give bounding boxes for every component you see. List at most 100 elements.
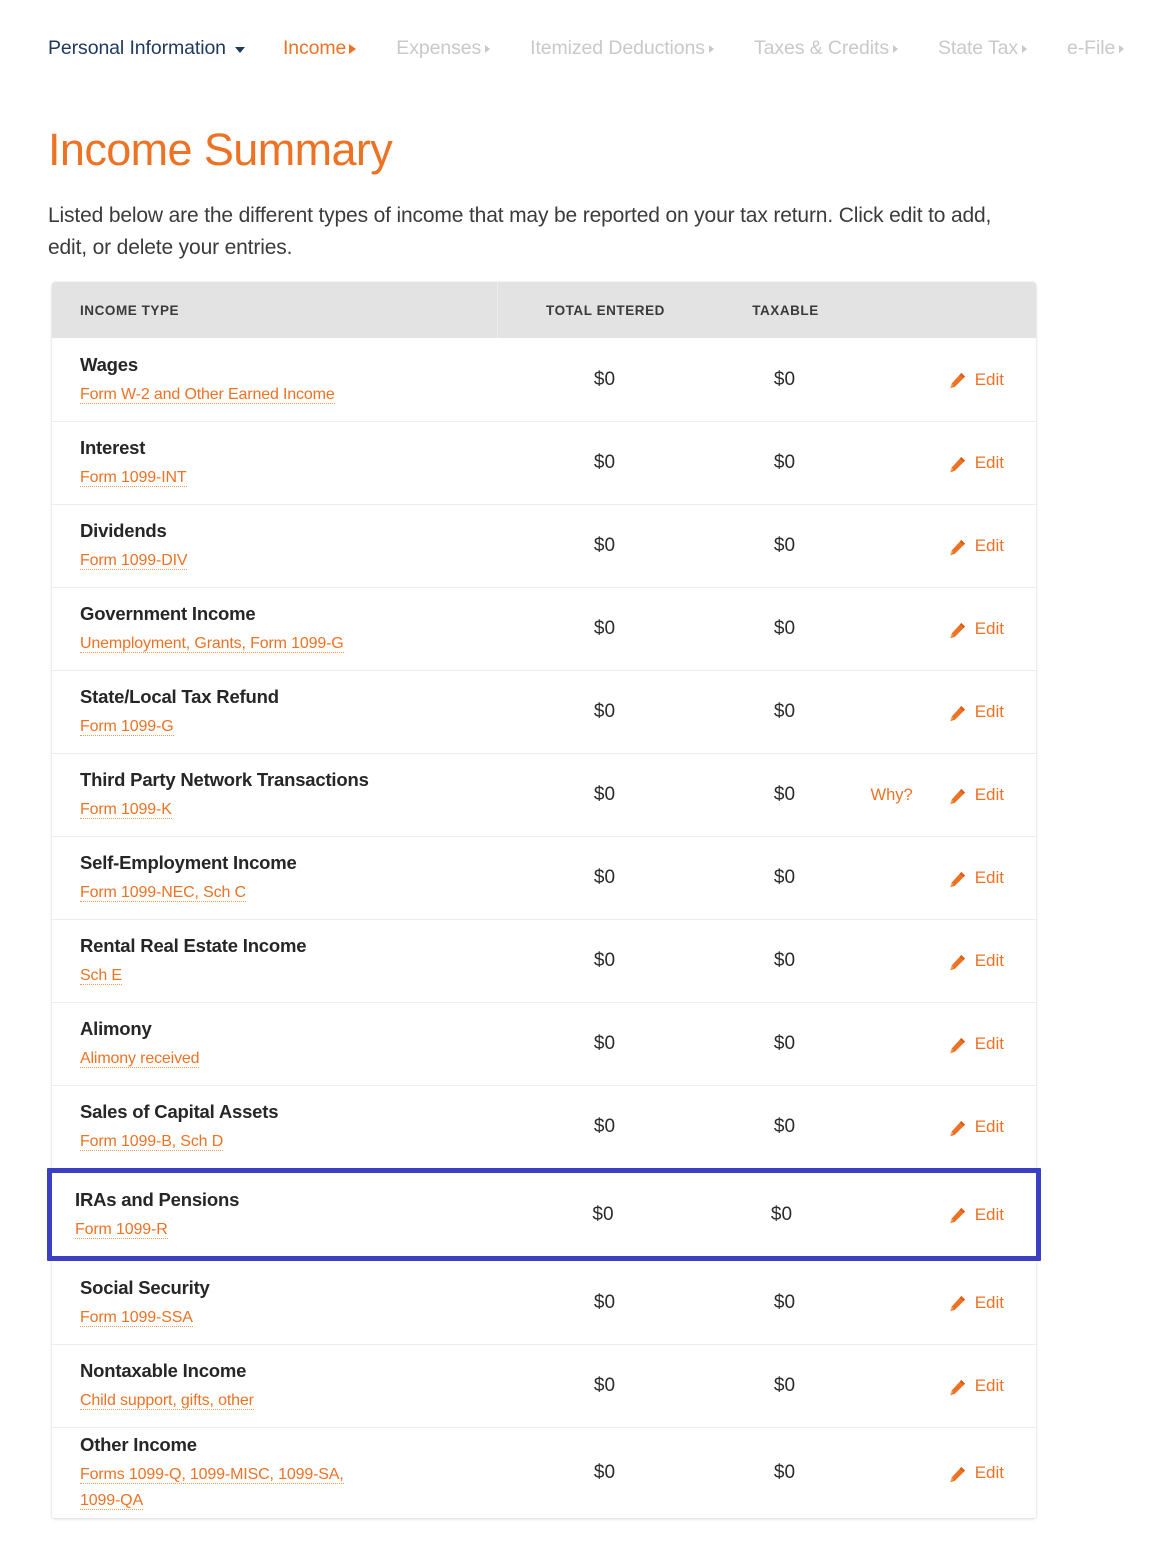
table-row: IRAs and Pensions Form 1099-R $0 $0 Edit bbox=[47, 1168, 1041, 1261]
cell-taxable: $0 bbox=[773, 1462, 796, 1483]
page-description: Listed below are the different types of … bbox=[48, 204, 992, 259]
nav-item-label: State Tax bbox=[937, 36, 1019, 59]
edit-button[interactable]: Edit bbox=[949, 1463, 1004, 1483]
edit-label: Edit bbox=[974, 1463, 1004, 1482]
page-title: Income Summary bbox=[48, 124, 393, 175]
chevron-right-icon bbox=[349, 44, 357, 54]
row-subtitle-link[interactable]: Form 1099-INT bbox=[80, 469, 187, 487]
cell-taxable: $0 bbox=[773, 1375, 796, 1396]
row-title: Wages bbox=[80, 353, 138, 375]
row-subtitle-link[interactable]: Form 1099-SSA bbox=[80, 1308, 193, 1327]
row-title: Alimony bbox=[80, 1018, 152, 1039]
row-subtitle-link[interactable]: Form 1099-B, Sch D bbox=[80, 1133, 223, 1151]
cell-actions: Edit bbox=[857, 453, 1036, 473]
edit-button[interactable]: Edit bbox=[949, 453, 1004, 473]
edit-button[interactable]: Edit bbox=[949, 1034, 1004, 1054]
row-subtitle-link[interactable]: Alimony received bbox=[80, 1050, 200, 1068]
cell-taxable: $0 bbox=[773, 784, 796, 805]
row-subtitle-link[interactable]: Form W-2 and Other Earned Income bbox=[80, 385, 335, 404]
row-title: State/Local Tax Refund bbox=[80, 686, 279, 707]
edit-button[interactable]: Edit bbox=[949, 785, 1004, 805]
row-title: Self-Employment Income bbox=[80, 852, 297, 873]
cell-income-type: Interest Form 1099-INT bbox=[52, 431, 497, 495]
cell-actions: Edit bbox=[857, 536, 1036, 556]
pencil-icon bbox=[949, 1466, 966, 1483]
row-subtitle-link[interactable]: Form 1099-DIV bbox=[80, 552, 188, 570]
cell-total-entered: $0 bbox=[593, 535, 616, 556]
cell-total-entered: $0 bbox=[593, 1116, 616, 1137]
edit-label: Edit bbox=[974, 785, 1004, 804]
why-link[interactable]: Why? bbox=[871, 786, 913, 805]
row-subtitle-wrapper: Sch E bbox=[80, 963, 350, 989]
row-title: IRAs and Pensions bbox=[75, 1188, 240, 1210]
cell-total-entered: $0 bbox=[593, 867, 616, 888]
pencil-icon bbox=[949, 1037, 966, 1054]
chevron-right-icon bbox=[1022, 45, 1028, 53]
chevron-right-icon bbox=[1119, 45, 1125, 53]
row-subtitle-link[interactable]: Form 1099-K bbox=[80, 801, 172, 819]
table-row: State/Local Tax Refund Form 1099-G $0 $0 Edi… bbox=[52, 670, 1036, 753]
row-subtitle-link[interactable]: Form 1099-G bbox=[80, 718, 174, 736]
chevron-right-icon bbox=[892, 45, 898, 53]
cell-income-type: Alimony Alimony received bbox=[52, 1012, 497, 1076]
nav-item-personal-information[interactable]: Personal Information bbox=[48, 37, 245, 60]
edit-button[interactable]: Edit bbox=[949, 1376, 1004, 1396]
nav-item-e-file[interactable]: e-File bbox=[1067, 36, 1125, 60]
cell-taxable: $0 bbox=[773, 867, 796, 888]
nav-item-itemized-deductions[interactable]: Itemized Deductions bbox=[530, 37, 714, 60]
nav-item-label: Expenses bbox=[396, 36, 482, 59]
cell-taxable: $0 bbox=[770, 1203, 793, 1225]
row-subtitle-link[interactable]: Form 1099-NEC, Sch C bbox=[80, 884, 246, 902]
row-subtitle-link[interactable]: Forms 1099-Q, 1099-MISC, 1099-SA, 1099-Q… bbox=[80, 1466, 344, 1510]
edit-button[interactable]: Edit bbox=[949, 951, 1004, 971]
cell-taxable: $0 bbox=[773, 1116, 796, 1137]
cell-total-entered: $0 bbox=[593, 1462, 616, 1483]
cell-income-type: IRAs and Pensions Form 1099-R bbox=[52, 1183, 497, 1247]
nav-item-taxes-and-credits[interactable]: Taxes & Credits bbox=[754, 37, 898, 60]
row-subtitle-wrapper: Form 1099-NEC, Sch C bbox=[80, 880, 350, 906]
nav-item-label: Itemized Deductions bbox=[530, 36, 705, 59]
row-subtitle-wrapper: Form 1099-B, Sch D bbox=[80, 1129, 350, 1155]
nav-item-state-tax[interactable]: State Tax bbox=[937, 36, 1028, 60]
edit-button[interactable]: Edit bbox=[949, 619, 1004, 639]
cell-income-type: Sales of Capital Assets Form 1099-B, Sch … bbox=[52, 1095, 497, 1159]
row-subtitle-wrapper: Child support, gifts, other bbox=[80, 1388, 350, 1414]
pencil-icon bbox=[949, 788, 966, 805]
edit-label: Edit bbox=[974, 951, 1004, 970]
row-subtitle-link[interactable]: Unemployment, Grants, Form 1099-G bbox=[80, 635, 344, 653]
table-row: Self-Employment Income Form 1099-NEC, Sch… bbox=[52, 836, 1036, 919]
nav-item-label: Taxes & Credits bbox=[753, 36, 889, 59]
nav-item-income[interactable]: Income bbox=[283, 37, 357, 60]
cell-income-type: Nontaxable Income Child support, gifts, o… bbox=[52, 1354, 497, 1418]
edit-button[interactable]: Edit bbox=[949, 1293, 1004, 1313]
cell-actions: Edit bbox=[857, 868, 1036, 888]
nav-item-expenses[interactable]: Expenses bbox=[396, 36, 491, 60]
table-body: Wages Form W-2 and Other Earned Income $0 $… bbox=[47, 338, 1041, 1518]
edit-button[interactable]: Edit bbox=[949, 702, 1004, 722]
cell-actions: Edit bbox=[857, 619, 1036, 639]
edit-label: Edit bbox=[974, 536, 1004, 555]
row-subtitle-link[interactable]: Child support, gifts, other bbox=[80, 1392, 254, 1410]
cell-total-entered: $0 bbox=[593, 950, 616, 971]
cell-taxable: $0 bbox=[773, 1033, 796, 1054]
edit-button[interactable]: Edit bbox=[949, 370, 1004, 390]
cell-actions: Edit bbox=[857, 702, 1036, 722]
edit-label: Edit bbox=[974, 868, 1004, 887]
cell-taxable: $0 bbox=[773, 535, 796, 556]
pencil-icon bbox=[949, 456, 966, 473]
edit-button[interactable]: Edit bbox=[949, 1117, 1004, 1137]
row-subtitle-link[interactable]: Form 1099-R bbox=[75, 1220, 168, 1239]
edit-label: Edit bbox=[974, 1204, 1004, 1224]
edit-button[interactable]: Edit bbox=[949, 536, 1004, 556]
edit-label: Edit bbox=[974, 369, 1004, 389]
nav-item-label: e-File bbox=[1067, 36, 1116, 59]
edit-label: Edit bbox=[974, 453, 1004, 472]
table-row: Sales of Capital Assets Form 1099-B, Sch … bbox=[52, 1085, 1036, 1168]
edit-button[interactable]: Edit bbox=[949, 868, 1004, 888]
edit-button[interactable]: Edit bbox=[949, 1205, 1004, 1225]
row-title: Dividends bbox=[80, 520, 167, 541]
row-subtitle-link[interactable]: Sch E bbox=[80, 967, 122, 985]
cell-income-type: Third Party Network Transactions Form 109… bbox=[52, 763, 497, 827]
row-subtitle-wrapper: Form 1099-K bbox=[80, 797, 350, 823]
table-header-row: INCOME TYPE TOTAL ENTERED TAXABLE bbox=[52, 282, 1036, 338]
